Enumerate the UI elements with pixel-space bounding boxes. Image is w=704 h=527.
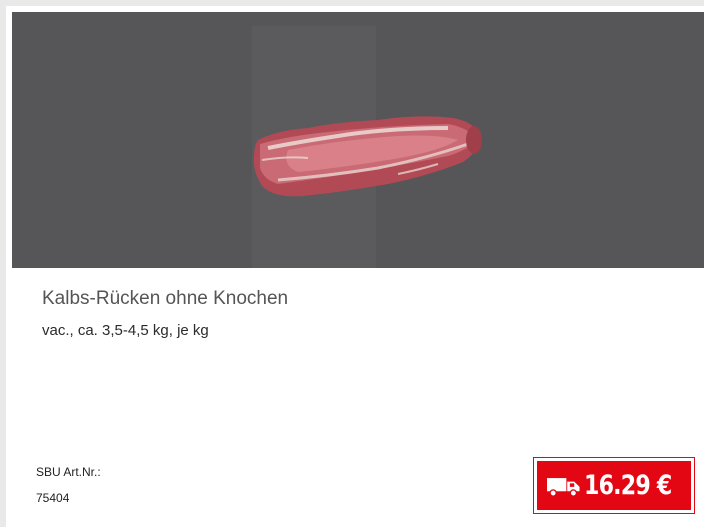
article-number-label: SBU Art.Nr.:: [36, 465, 101, 479]
truck-icon: [547, 477, 580, 497]
product-title[interactable]: Kalbs-Rücken ohne Knochen: [42, 288, 288, 310]
product-subtitle: vac., ca. 3,5-4,5 kg, je kg: [42, 322, 209, 339]
product-photo: [253, 116, 482, 197]
price-button[interactable]: 16.29 €: [533, 457, 695, 514]
article-number: 75404: [36, 491, 70, 505]
product-card[interactable]: Kalbs-Rücken ohne Knochen vac., ca. 3,5-…: [0, 0, 704, 527]
product-image-area[interactable]: [12, 12, 704, 268]
price-value: 16.29 €: [584, 470, 672, 501]
